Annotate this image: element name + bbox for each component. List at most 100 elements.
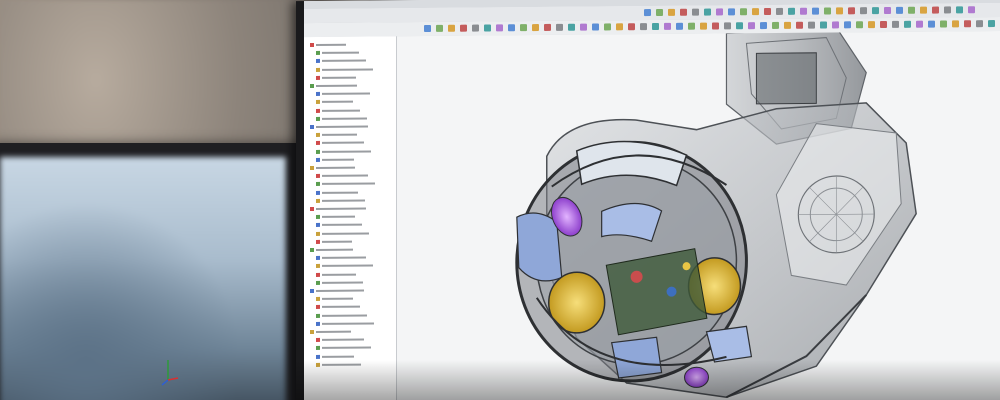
toolbar-button-icon[interactable] xyxy=(616,23,623,31)
feature-tree-item[interactable] xyxy=(316,352,354,359)
toolbar-button-icon[interactable] xyxy=(988,20,995,28)
feature-tree-item[interactable] xyxy=(316,57,366,64)
feature-tree-item[interactable] xyxy=(316,237,352,244)
toolbar-button-icon[interactable] xyxy=(928,20,935,28)
feature-tree-panel[interactable] xyxy=(304,36,397,400)
feature-tree-item[interactable] xyxy=(310,205,366,212)
toolbar-button-icon[interactable] xyxy=(724,22,731,30)
toolbar-button-icon[interactable] xyxy=(860,7,867,15)
toolbar-button-icon[interactable] xyxy=(676,22,683,30)
feature-tree-item[interactable] xyxy=(316,49,359,56)
feature-tree-item[interactable] xyxy=(316,360,361,367)
toolbar-button-icon[interactable] xyxy=(904,20,911,28)
feature-tree-item[interactable] xyxy=(316,336,364,343)
toolbar-button-icon[interactable] xyxy=(652,22,659,31)
feature-tree-item[interactable] xyxy=(316,254,366,261)
toolbar-button-icon[interactable] xyxy=(788,7,795,15)
feature-tree-item[interactable] xyxy=(310,164,355,171)
feature-tree-item[interactable] xyxy=(310,328,351,335)
toolbar-button-icon[interactable] xyxy=(944,6,951,14)
toolbar-button-icon[interactable] xyxy=(748,22,755,30)
toolbar-button-icon[interactable] xyxy=(580,23,587,31)
toolbar-button-icon[interactable] xyxy=(664,22,671,30)
feature-tree-item[interactable] xyxy=(316,155,354,162)
3d-viewport[interactable] xyxy=(397,30,1000,400)
feature-tree-item[interactable] xyxy=(316,98,353,105)
toolbar-button-icon[interactable] xyxy=(520,24,527,32)
feature-tree-item[interactable] xyxy=(316,131,357,138)
toolbar-button-icon[interactable] xyxy=(508,24,515,32)
toolbar-button-icon[interactable] xyxy=(680,8,687,16)
feature-tree-item[interactable] xyxy=(316,229,369,236)
toolbar-button-icon[interactable] xyxy=(848,7,855,15)
feature-tree-item[interactable] xyxy=(316,188,358,195)
toolbar-button-icon[interactable] xyxy=(772,21,779,29)
toolbar-button-icon[interactable] xyxy=(688,22,695,30)
feature-tree-item[interactable] xyxy=(310,287,364,294)
feature-tree-item[interactable] xyxy=(316,65,373,72)
feature-tree-item[interactable] xyxy=(316,213,355,220)
toolbar-button-icon[interactable] xyxy=(736,22,743,30)
toolbar-button-icon[interactable] xyxy=(836,7,843,15)
toolbar-button-icon[interactable] xyxy=(808,21,815,29)
toolbar-button-icon[interactable] xyxy=(896,6,903,14)
toolbar-button-icon[interactable] xyxy=(784,21,791,29)
feature-tree-item[interactable] xyxy=(316,196,365,203)
feature-tree-item[interactable] xyxy=(316,278,363,285)
toolbar-button-icon[interactable] xyxy=(460,24,467,32)
feature-tree-item[interactable] xyxy=(316,270,356,277)
feature-tree-item[interactable] xyxy=(316,139,364,146)
toolbar-button-icon[interactable] xyxy=(700,22,707,30)
toolbar-button-icon[interactable] xyxy=(640,23,647,31)
toolbar-button-icon[interactable] xyxy=(940,20,947,28)
toolbar-button-icon[interactable] xyxy=(544,23,551,31)
toolbar-button-icon[interactable] xyxy=(908,6,915,14)
toolbar-button-icon[interactable] xyxy=(752,8,759,16)
toolbar-button-icon[interactable] xyxy=(740,8,747,16)
toolbar-button-icon[interactable] xyxy=(844,21,851,29)
toolbar-button-icon[interactable] xyxy=(604,23,611,31)
feature-tree-item[interactable] xyxy=(316,90,370,97)
toolbar-button-icon[interactable] xyxy=(880,20,887,29)
feature-tree-item[interactable] xyxy=(310,246,353,253)
toolbar-button-icon[interactable] xyxy=(956,6,963,14)
toolbar-button-icon[interactable] xyxy=(692,8,699,16)
feature-tree-item[interactable] xyxy=(310,123,368,131)
toolbar-button-icon[interactable] xyxy=(668,8,675,16)
toolbar-button-icon[interactable] xyxy=(884,6,891,15)
toolbar-button-icon[interactable] xyxy=(532,24,539,32)
toolbar-button-icon[interactable] xyxy=(968,6,975,14)
feature-tree-item[interactable] xyxy=(316,303,360,310)
toolbar-button-icon[interactable] xyxy=(424,24,431,33)
toolbar-button-icon[interactable] xyxy=(628,23,635,31)
toolbar-button-icon[interactable] xyxy=(820,21,827,29)
toolbar-button-icon[interactable] xyxy=(952,20,959,28)
toolbar-button-icon[interactable] xyxy=(800,7,807,15)
toolbar-button-icon[interactable] xyxy=(644,9,651,17)
toolbar-button-icon[interactable] xyxy=(920,6,927,14)
toolbar-button-icon[interactable] xyxy=(872,7,879,15)
feature-tree-item[interactable] xyxy=(316,344,371,351)
feature-tree-item[interactable] xyxy=(316,262,373,269)
toolbar-button-icon[interactable] xyxy=(976,20,983,28)
toolbar-button-icon[interactable] xyxy=(932,6,939,14)
toolbar-button-icon[interactable] xyxy=(812,7,819,15)
toolbar-button-icon[interactable] xyxy=(728,8,735,16)
feature-tree-item[interactable] xyxy=(316,319,374,327)
toolbar-button-icon[interactable] xyxy=(568,23,575,31)
toolbar-button-icon[interactable] xyxy=(776,7,783,15)
feature-tree-item[interactable] xyxy=(316,180,375,188)
toolbar-button-icon[interactable] xyxy=(592,23,599,31)
feature-tree-item[interactable] xyxy=(316,114,367,121)
toolbar-button-icon[interactable] xyxy=(656,8,663,16)
toolbar-button-icon[interactable] xyxy=(712,22,719,30)
toolbar-button-icon[interactable] xyxy=(916,20,923,28)
feature-tree-item[interactable] xyxy=(316,295,353,302)
toolbar-button-icon[interactable] xyxy=(824,7,831,15)
toolbar-button-icon[interactable] xyxy=(892,20,899,28)
toolbar-button-icon[interactable] xyxy=(964,20,971,28)
toolbar-button-icon[interactable] xyxy=(704,8,711,16)
feature-tree-item[interactable] xyxy=(310,82,357,89)
feature-tree-item[interactable] xyxy=(316,311,367,318)
toolbar-button-icon[interactable] xyxy=(796,21,803,29)
